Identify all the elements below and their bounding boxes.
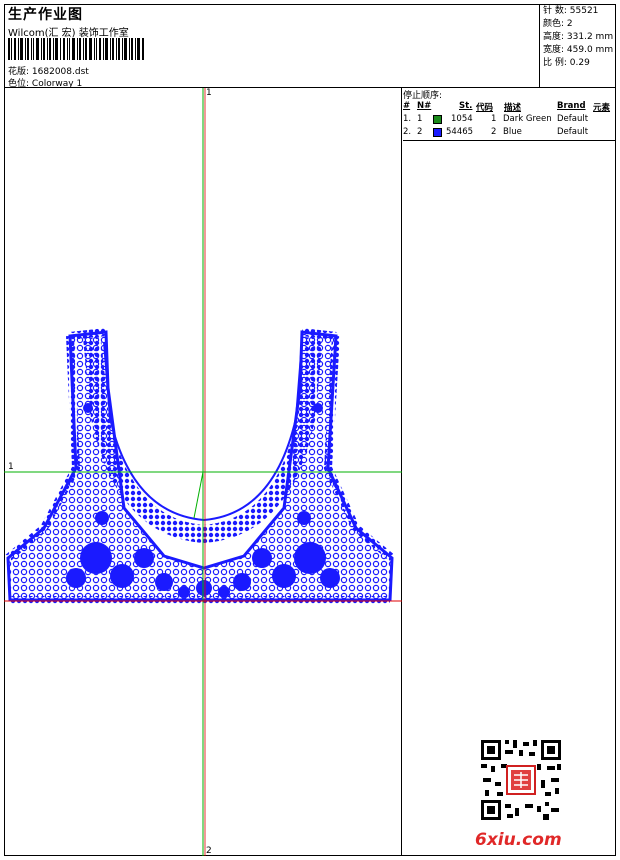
- table-row: 1. 1 1054 1 Dark Green Default: [403, 114, 589, 124]
- color-swatch-green: [433, 115, 442, 124]
- stop-sequence-table: # N# St. 代码 描述 Brand 元素 1. 1 1054 1 Dark…: [403, 100, 616, 139]
- embroidery-design: [4, 88, 402, 856]
- header: 生产作业图 Wilcom(汇 宏) 装饰工作室 花版: 1682008.dst …: [4, 4, 616, 89]
- axis-label-bottom: 2: [206, 846, 212, 856]
- design-preview: 1 2 1: [4, 88, 402, 856]
- table-header: # N# St. 代码 描述 Brand 元素: [403, 101, 611, 113]
- stat-scale: 比 例: 0.29: [543, 58, 590, 68]
- page-title: 生产作业图: [8, 7, 83, 23]
- stats-box: 针 数: 55521 颜色: 2 高度: 331.2 mm 宽度: 459.0 …: [539, 4, 616, 87]
- stat-height: 高度: 331.2 mm: [543, 32, 614, 42]
- qr-code-icon: [479, 738, 563, 822]
- axis-label-top: 1: [206, 88, 212, 98]
- software-name: Wilcom(汇 宏) 装饰工作室: [8, 28, 129, 39]
- color-swatch-blue: [433, 128, 442, 137]
- stop-sequence-panel: 停止顺序: # N# St. 代码 描述 Brand 元素 1. 1 1054 …: [403, 88, 616, 856]
- stat-stitches: 针 数: 55521: [543, 6, 599, 16]
- table-row: 2. 2 54465 2 Blue Default: [403, 127, 589, 137]
- table-divider: [403, 140, 616, 141]
- stat-colors: 颜色: 2: [543, 19, 573, 29]
- stat-width: 宽度: 459.0 mm: [543, 45, 614, 55]
- barcode-icon: [8, 38, 144, 60]
- watermark-text: 6xiu.com: [475, 830, 562, 850]
- axis-label-left: 1: [8, 462, 14, 472]
- lace-motif: [5, 328, 395, 604]
